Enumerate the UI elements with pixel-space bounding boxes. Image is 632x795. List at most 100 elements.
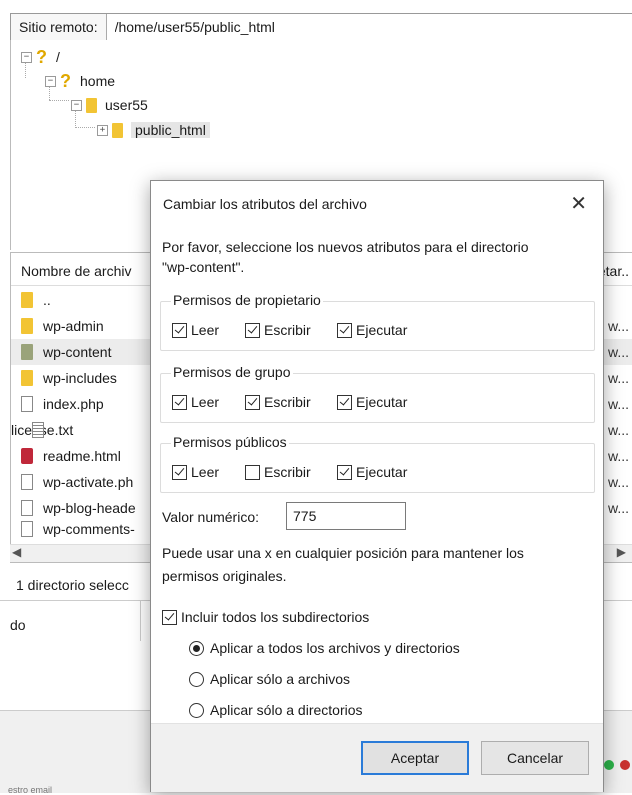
group-write-checkbox[interactable]: Escribir xyxy=(245,392,311,412)
public-permissions-group: Permisos públicos Leer Escribir Ejecutar xyxy=(160,434,595,493)
numeric-value-input[interactable] xyxy=(286,502,406,530)
file-name: wp-admin xyxy=(43,318,104,334)
file-name: readme.html xyxy=(43,448,121,464)
checkbox-checked-icon xyxy=(337,322,352,338)
group-title: Permisos de grupo xyxy=(171,364,293,380)
dialog-intro-line1: Por favor, seleccione los nuevos atribut… xyxy=(162,239,529,255)
folder-icon xyxy=(21,344,33,360)
file-permissions: w... xyxy=(607,422,629,438)
tree-node-home[interactable]: − ? home xyxy=(45,70,115,92)
checkbox-label: Incluir todos los subdirectorios xyxy=(181,609,370,625)
checkbox-checked-icon xyxy=(172,394,187,410)
hint-line1: Puede usar una x en cualquier posición p… xyxy=(162,545,524,561)
radio-label: Aplicar a todos los archivos y directori… xyxy=(210,640,460,656)
cancel-button[interactable]: Cancelar xyxy=(481,741,589,775)
collapse-icon[interactable]: − xyxy=(21,51,32,63)
radio-label: Aplicar sólo a archivos xyxy=(210,671,351,687)
checkbox-label: Ejecutar xyxy=(356,394,408,410)
public-exec-checkbox[interactable]: Ejecutar xyxy=(337,462,407,482)
accept-button[interactable]: Aceptar xyxy=(361,741,469,775)
folder-icon xyxy=(21,318,33,334)
file-icon xyxy=(21,474,33,490)
radio-selected-icon xyxy=(189,640,204,656)
checkbox-checked-icon xyxy=(172,464,187,480)
dialog-footer: Aceptar Cancelar xyxy=(151,723,603,792)
tree-node-label: user55 xyxy=(105,97,148,113)
apply-dirs-radio[interactable]: Aplicar sólo a directorios xyxy=(189,700,363,720)
file-permissions: w... xyxy=(607,448,629,464)
checkbox-label: Ejecutar xyxy=(356,322,408,338)
tree-node-label: public_html xyxy=(131,122,210,138)
close-icon[interactable]: ✕ xyxy=(570,181,587,227)
checkbox-checked-icon xyxy=(162,609,177,625)
column-divider xyxy=(140,601,141,641)
expand-icon[interactable]: + xyxy=(97,124,108,136)
remote-path-input[interactable] xyxy=(106,18,597,36)
column-header-name[interactable]: Nombre de archiv xyxy=(11,263,132,279)
checkbox-label: Leer xyxy=(191,322,220,338)
file-permissions: w... xyxy=(607,318,629,334)
folder-icon xyxy=(86,97,97,113)
folder-icon xyxy=(112,122,123,138)
checkbox-label: Leer xyxy=(191,464,220,480)
checkbox-label: Escribir xyxy=(264,322,311,338)
group-title: Permisos públicos xyxy=(171,434,289,450)
tree-node-user55[interactable]: − user55 xyxy=(71,94,148,116)
file-icon xyxy=(21,500,33,516)
tree-node-label: / xyxy=(56,49,60,65)
file-name: wp-includes xyxy=(43,370,117,386)
owner-exec-checkbox[interactable]: Ejecutar xyxy=(337,320,407,340)
checkbox-checked-icon xyxy=(245,322,260,338)
radio-unselected-icon xyxy=(189,702,204,718)
apply-all-radio[interactable]: Aplicar a todos los archivos y directori… xyxy=(189,638,460,658)
dialog-intro-line2: "wp-content". xyxy=(162,259,245,275)
checkbox-label: Escribir xyxy=(264,394,311,410)
file-icon xyxy=(21,521,33,537)
file-icon xyxy=(21,396,33,412)
numeric-value-label: Valor numérico: xyxy=(162,509,260,525)
file-name: wp-comments- xyxy=(43,521,135,537)
owner-write-checkbox[interactable]: Escribir xyxy=(245,320,311,340)
remote-site-bar: Sitio remoto: xyxy=(10,13,632,40)
file-permissions: w... xyxy=(607,396,629,412)
dialog-title: Cambiar los atributos del archivo xyxy=(163,196,367,212)
group-read-checkbox[interactable]: Leer xyxy=(172,392,219,412)
owner-permissions-group: Permisos de propietario Leer Escribir Ej… xyxy=(160,292,595,351)
folder-icon xyxy=(21,292,33,308)
apply-files-radio[interactable]: Aplicar sólo a archivos xyxy=(189,669,350,689)
file-permissions: w... xyxy=(607,370,629,386)
tree-node-public-html[interactable]: + public_html xyxy=(97,119,210,141)
checkbox-checked-icon xyxy=(172,322,187,338)
checkbox-label: Escribir xyxy=(264,464,311,480)
owner-read-checkbox[interactable]: Leer xyxy=(172,320,219,340)
bottom-tab[interactable]: estro email xyxy=(8,785,52,795)
checkbox-unchecked-icon xyxy=(245,464,260,480)
checkbox-label: Leer xyxy=(191,394,220,410)
change-attributes-dialog: Cambiar los atributos del archivo ✕ Por … xyxy=(150,180,604,792)
text-file-icon xyxy=(32,422,44,438)
public-write-checkbox[interactable]: Escribir xyxy=(245,462,311,482)
checkbox-checked-icon xyxy=(337,394,352,410)
tree-node-label: home xyxy=(80,73,116,89)
collapse-icon[interactable]: − xyxy=(45,75,56,87)
checkbox-checked-icon xyxy=(245,394,260,410)
folder-icon xyxy=(21,370,33,386)
hint-line2: permisos originales. xyxy=(162,568,287,584)
html-file-icon xyxy=(21,448,33,464)
include-subdirectories-checkbox[interactable]: Incluir todos los subdirectorios xyxy=(162,607,369,627)
status-led-red-icon xyxy=(620,760,630,770)
scroll-right-icon[interactable]: ▶ xyxy=(617,545,626,559)
group-permissions-group: Permisos de grupo Leer Escribir Ejecutar xyxy=(160,364,595,423)
tree-node-root[interactable]: − ? / xyxy=(21,46,60,68)
scroll-left-icon[interactable]: ◀ xyxy=(12,545,21,559)
group-exec-checkbox[interactable]: Ejecutar xyxy=(337,392,407,412)
file-permissions: w... xyxy=(607,500,629,516)
radio-unselected-icon xyxy=(189,671,204,687)
file-name: .. xyxy=(43,292,51,308)
queue-column-label: do xyxy=(10,617,26,633)
public-read-checkbox[interactable]: Leer xyxy=(172,462,219,482)
group-title: Permisos de propietario xyxy=(171,292,323,308)
remote-site-label: Sitio remoto: xyxy=(11,14,107,40)
radio-label: Aplicar sólo a directorios xyxy=(210,702,363,718)
collapse-icon[interactable]: − xyxy=(71,99,82,111)
